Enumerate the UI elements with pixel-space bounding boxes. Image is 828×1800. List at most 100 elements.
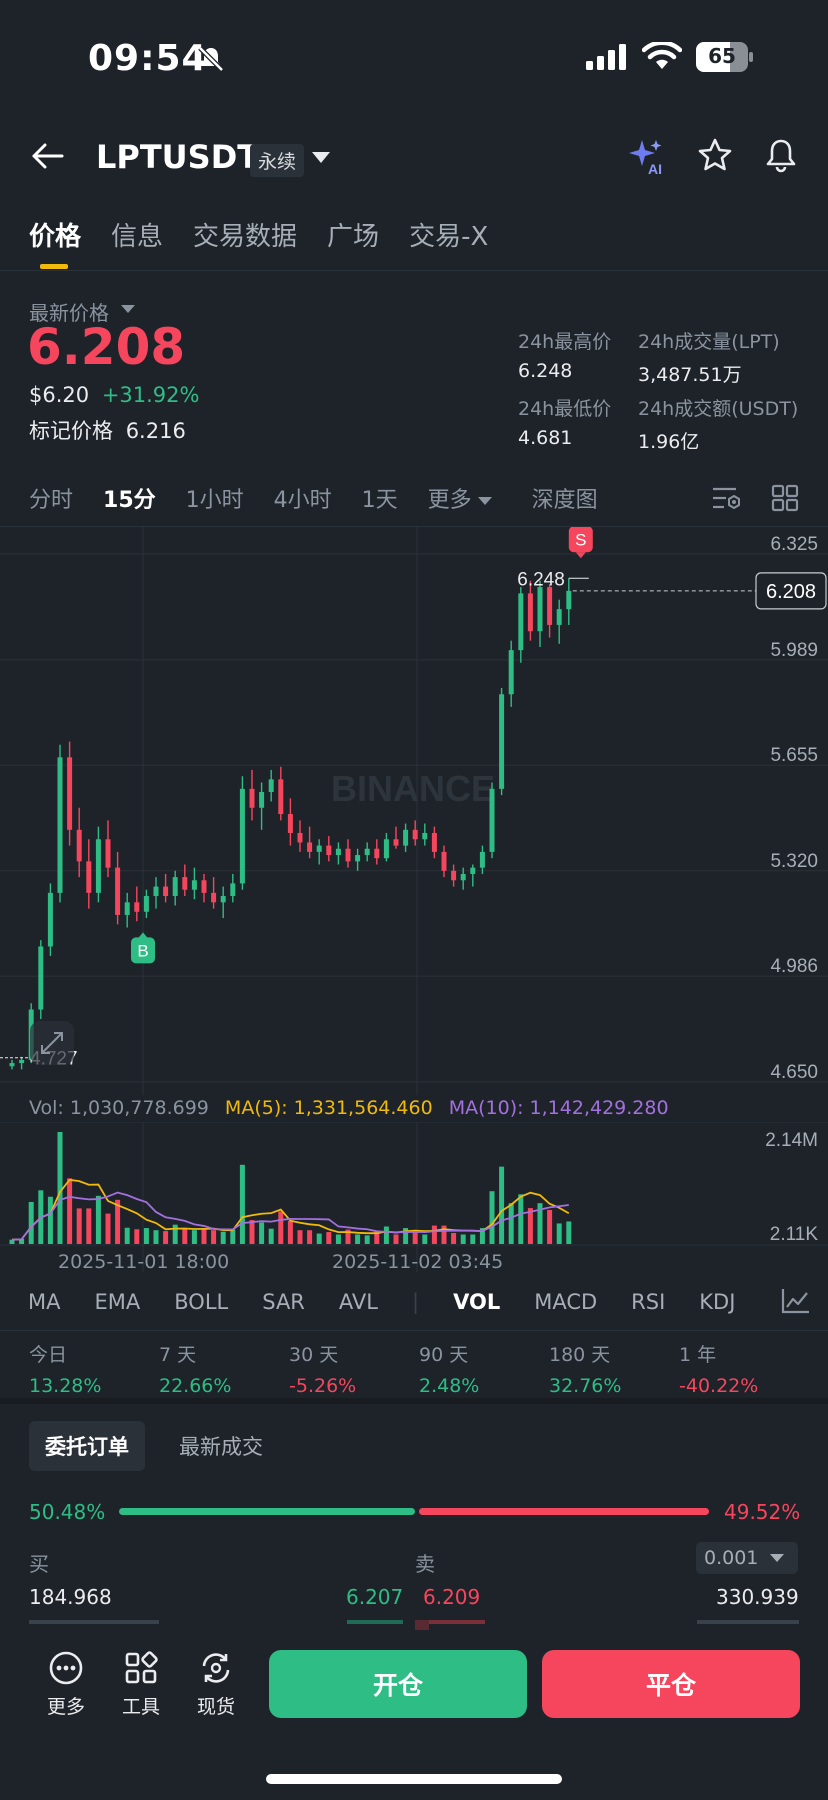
ind-ema[interactable]: EMA [94, 1290, 140, 1314]
candle-body [19, 1059, 25, 1064]
volume-bar [239, 1164, 245, 1244]
candle-body [566, 590, 572, 610]
notification-bell-icon[interactable] [762, 136, 800, 174]
candle-body [518, 593, 524, 651]
tf-1d[interactable]: 1天 [362, 482, 398, 514]
change-percent: +31.92% [101, 383, 200, 407]
section-gap [0, 1398, 828, 1404]
tab-square[interactable]: 广场 [327, 216, 379, 253]
candle-body [249, 788, 255, 808]
volume-bar [86, 1208, 92, 1244]
tab-price[interactable]: 价格 [29, 216, 81, 253]
next-row-ask-price-partial [429, 1620, 485, 1624]
layout-grid-icon[interactable] [770, 483, 800, 513]
tab-trading-data[interactable]: 交易数据 [193, 216, 297, 253]
candle-body [239, 788, 245, 884]
ai-sparkle-icon[interactable]: AI [626, 136, 668, 178]
candle-body [220, 896, 226, 903]
indicator-chart-icon[interactable] [780, 1286, 812, 1316]
sell-marker-label: S [575, 530, 586, 549]
x-tick-1: 2025-11-01 18:00 [58, 1251, 230, 1273]
tf-time-share[interactable]: 分时 [29, 482, 73, 514]
chart-settings-icon[interactable] [710, 483, 742, 513]
symbol-title[interactable]: LPTUSDT [96, 138, 259, 176]
tf-4h[interactable]: 4小时 [274, 482, 332, 514]
close-position-button[interactable]: 平仓 [542, 1650, 800, 1718]
tab-order-book[interactable]: 委托订单 [29, 1421, 145, 1471]
ask-qty: 330.939 [716, 1585, 799, 1609]
battery-icon: 65 [696, 42, 754, 72]
precision-select[interactable]: 0.001 [696, 1542, 798, 1574]
candle-body [537, 587, 543, 632]
volume-bar [489, 1191, 495, 1244]
ind-ma[interactable]: MA [28, 1290, 60, 1314]
volume-bar [556, 1223, 562, 1244]
sell-ratio-bar [419, 1508, 709, 1515]
tf-depth-chart[interactable]: 深度图 [532, 482, 598, 514]
candle-body [153, 886, 159, 897]
buy-ratio: 50.48% [29, 1500, 106, 1524]
stat-24h-low: 24h最低价 4.681 [518, 394, 611, 449]
header-actions: AI [626, 136, 800, 178]
volume-bar [393, 1234, 399, 1244]
sell-marker-pointer [575, 552, 586, 559]
more-dots-icon [49, 1651, 83, 1685]
tabs-divider [0, 270, 828, 271]
spot-button[interactable]: 现货 [186, 1650, 246, 1719]
tab-latest-trades[interactable]: 最新成交 [179, 1431, 263, 1461]
stat-low-label: 24h最低价 [518, 398, 612, 420]
volume-bar [527, 1208, 533, 1244]
y-tick-label: 5.655 [770, 745, 818, 766]
tab-trade-x[interactable]: 交易-X [409, 216, 488, 253]
candle-body [355, 855, 361, 862]
sell-ratio: 49.52% [724, 1500, 801, 1524]
candlestick-chart[interactable]: 6.325 5.989 5.655 5.320 4.986 4.650 BINANCE 6.2… [0, 527, 828, 1095]
candle-body [422, 832, 428, 840]
volume-bar [268, 1228, 274, 1244]
back-arrow-icon[interactable] [28, 136, 68, 176]
candle-body [470, 867, 476, 874]
cellular-signal-icon [586, 44, 626, 70]
perf-7d: 7 天 22.66% [159, 1340, 231, 1397]
tab-info[interactable]: 信息 [111, 216, 163, 253]
stat-24h-volume-lpt: 24h成交量(LPT) 3,487.51万 [638, 327, 780, 387]
sell-column-label: 卖 [415, 1552, 435, 1576]
stat-vol-usdt-label: 24h成交额(USDT) [638, 398, 799, 420]
binance-watermark: BINANCE [331, 768, 495, 809]
perf-today: 今日 13.28% [29, 1340, 101, 1397]
tf-1h[interactable]: 1小时 [186, 482, 244, 514]
tools-button[interactable]: 工具 [111, 1650, 171, 1719]
ind-macd[interactable]: MACD [534, 1290, 597, 1314]
ind-vol[interactable]: VOL [453, 1290, 500, 1314]
candle-body [115, 867, 121, 915]
y-tick-label: 4.650 [770, 1062, 818, 1083]
ind-sar[interactable]: SAR [262, 1290, 305, 1314]
ind-rsi[interactable]: RSI [631, 1290, 665, 1314]
indicator-divider [0, 1330, 828, 1331]
next-row-bid-qty-partial [29, 1620, 159, 1624]
latest-price-caret-icon[interactable] [121, 305, 135, 313]
candle-body [335, 848, 341, 856]
bid-price[interactable]: 6.207 [346, 1585, 403, 1609]
candle-body [326, 845, 332, 856]
more-button[interactable]: 更多 [36, 1650, 96, 1719]
candle-body [374, 848, 380, 859]
volume-bar [220, 1231, 226, 1244]
ind-boll[interactable]: BOLL [174, 1290, 228, 1314]
ind-kdj[interactable]: KDJ [699, 1290, 735, 1314]
candle-body [201, 880, 207, 893]
candle-body [412, 829, 418, 840]
candle-body [393, 839, 399, 846]
tf-more[interactable]: 更多 [428, 482, 492, 514]
ask-price[interactable]: 6.209 [423, 1585, 480, 1609]
perf-7d-label: 7 天 [159, 1344, 197, 1366]
favorite-star-icon[interactable] [696, 136, 734, 174]
volume-chart[interactable]: 2.14M 2.11K [0, 1122, 828, 1272]
candle-body [556, 609, 562, 625]
open-position-button[interactable]: 开仓 [269, 1650, 527, 1718]
volume-bar [412, 1232, 418, 1244]
symbol-dropdown-caret-icon[interactable] [312, 152, 330, 163]
ind-avl[interactable]: AVL [339, 1290, 378, 1314]
tf-15m[interactable]: 15分 [103, 482, 156, 514]
candle-body [479, 851, 485, 868]
